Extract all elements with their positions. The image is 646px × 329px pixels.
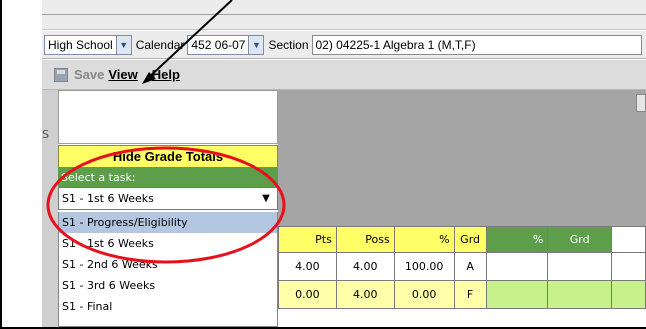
menu-help[interactable]: Help xyxy=(152,67,180,82)
calendar-select[interactable]: 452 06-07 ▼ xyxy=(187,34,265,55)
section-select[interactable]: 02) 04225-1 Algebra 1 (M,T,F) xyxy=(311,34,642,55)
cell-pts[interactable]: 4.00 xyxy=(278,252,337,281)
filter-bar: High School ▼ Calendar 452 06-07 ▼ Secti… xyxy=(42,31,646,59)
hide-grade-totals-button[interactable]: Hide Grade Totals xyxy=(58,145,278,168)
grading-side-panel: Hide Grade Totals Select a task: S1 - 1s… xyxy=(58,90,278,327)
side-panel-blank-area xyxy=(58,90,278,144)
cell-term-grade xyxy=(547,252,613,281)
section-select-value: 02) 04225-1 Algebra 1 (M,T,F) xyxy=(315,37,476,52)
cell-extra xyxy=(611,280,646,309)
task-option[interactable]: S1 - 2nd 6 Weeks xyxy=(59,254,277,275)
task-option[interactable]: S1 - 1st 6 Weeks xyxy=(59,233,277,254)
task-option[interactable]: S1 - 3rd 6 Weeks xyxy=(59,275,277,296)
school-select[interactable]: High School ▼ xyxy=(44,34,132,55)
col-header-grade: Grd xyxy=(453,226,487,253)
task-header: Select a task: xyxy=(58,168,278,187)
calendar-label: Calendar xyxy=(135,37,185,52)
task-option[interactable]: S1 - Progress/Eligibility xyxy=(59,212,277,233)
col-header-term-grade: Grd xyxy=(547,226,613,253)
frame-left-border xyxy=(0,0,2,329)
cell-term-grade xyxy=(547,280,613,309)
task-option[interactable]: S1 - Final xyxy=(59,296,277,317)
table-row: 0.00 4.00 0.00 F xyxy=(278,280,646,309)
table-row: 4.00 4.00 100.00 A xyxy=(278,252,646,281)
left-gutter: S xyxy=(42,90,58,327)
cell-term-percent xyxy=(485,252,549,281)
col-header-poss: Poss xyxy=(335,226,395,253)
cell-grade: A xyxy=(453,252,487,281)
menu-save[interactable]: Save xyxy=(74,67,104,82)
grid-header-area xyxy=(278,90,646,226)
col-header-pts: Pts xyxy=(278,226,337,253)
section-label: Section xyxy=(268,37,309,52)
chevron-down-icon[interactable]: ▼ xyxy=(255,188,277,209)
cell-percent: 100.00 xyxy=(393,252,455,281)
cell-percent: 0.00 xyxy=(393,280,455,309)
school-select-value: High School xyxy=(48,37,113,52)
menu-view[interactable]: View xyxy=(108,67,137,82)
cell-term-percent xyxy=(485,280,549,309)
col-header-percent: % xyxy=(393,226,455,253)
grade-grid-header-row: Pts Poss % Grd % Grd xyxy=(278,226,646,253)
cell-pts[interactable]: 0.00 xyxy=(278,280,337,309)
left-gutter-fragment: S xyxy=(42,128,49,141)
cell-poss[interactable]: 4.00 xyxy=(335,280,395,309)
cell-extra xyxy=(611,252,646,281)
chevron-down-icon[interactable]: ▼ xyxy=(248,35,264,54)
scroll-button[interactable] xyxy=(636,94,646,112)
col-header-extra xyxy=(611,226,646,253)
col-header-term-percent: % xyxy=(485,226,549,253)
task-dropdown-list: S1 - Progress/Eligibility S1 - 1st 6 Wee… xyxy=(58,212,278,327)
task-select[interactable]: S1 - 1st 6 Weeks ▼ xyxy=(58,187,278,210)
chevron-down-icon[interactable]: ▼ xyxy=(115,35,131,54)
menu-bar: Save View Help xyxy=(42,60,646,90)
cell-poss[interactable]: 4.00 xyxy=(335,252,395,281)
save-icon[interactable] xyxy=(54,67,68,82)
task-select-value: S1 - 1st 6 Weeks xyxy=(62,192,154,205)
toolbar-divider xyxy=(42,14,646,15)
top-toolbar-strip xyxy=(42,0,646,30)
grade-grid: Pts Poss % Grd % Grd 4.00 4.00 100.00 A … xyxy=(278,226,646,309)
cell-grade: F xyxy=(453,280,487,309)
calendar-select-value: 452 06-07 xyxy=(191,37,246,52)
